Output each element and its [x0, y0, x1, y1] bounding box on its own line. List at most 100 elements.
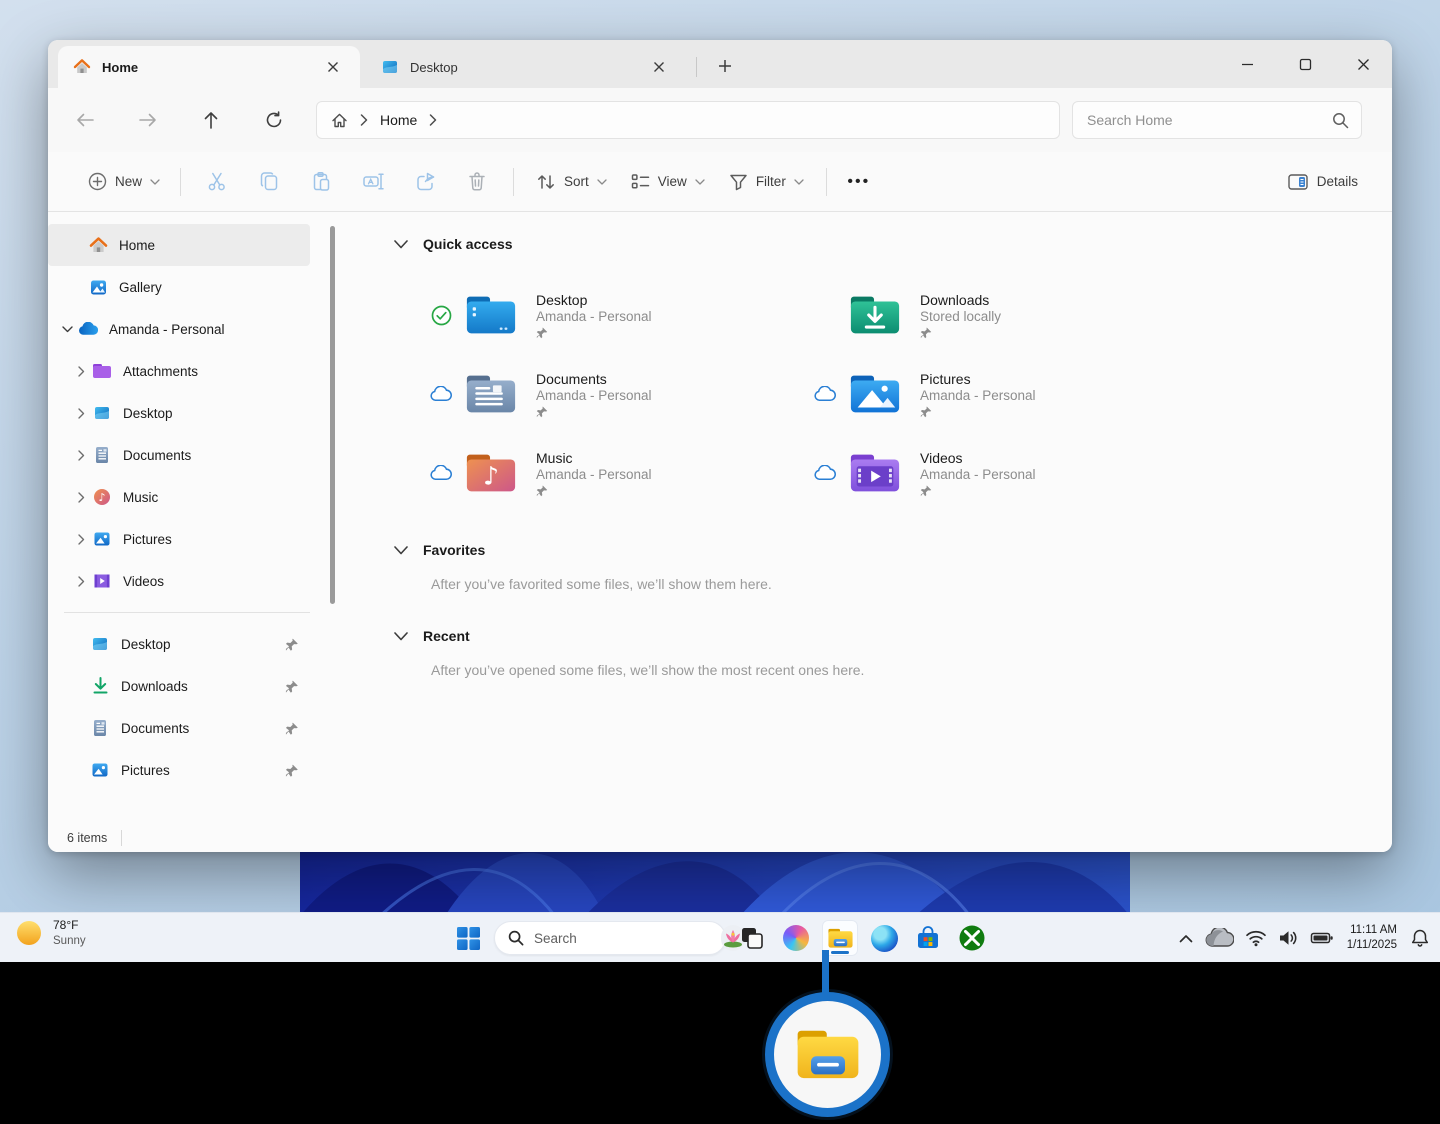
- address-bar[interactable]: Home: [316, 101, 1060, 139]
- xbox-button[interactable]: [954, 920, 990, 956]
- sidebar-item-documents[interactable]: Documents: [48, 434, 310, 476]
- start-button[interactable]: [450, 920, 486, 956]
- new-button[interactable]: New: [78, 164, 170, 199]
- store-button[interactable]: [910, 920, 946, 956]
- copilot-button[interactable]: [778, 920, 814, 956]
- sidebar-item-gallery[interactable]: Gallery: [48, 266, 310, 308]
- pin-icon: [920, 485, 1036, 497]
- sidebar-item-music[interactable]: ♪ Music: [48, 476, 310, 518]
- recent-header[interactable]: Recent: [394, 624, 1392, 648]
- sidebar-pinned-downloads[interactable]: Downloads: [48, 665, 310, 707]
- chevron-right-icon[interactable]: [70, 366, 92, 377]
- sidebar-item-videos[interactable]: Videos: [48, 560, 310, 602]
- onedrive-tray-icon[interactable]: [1202, 920, 1236, 956]
- document-icon: [90, 718, 110, 738]
- copy-button[interactable]: [243, 162, 295, 202]
- tile-desktop[interactable]: Desktop Amanda - Personal: [430, 288, 814, 342]
- task-view-button[interactable]: [734, 920, 770, 956]
- task-view-icon: [740, 926, 764, 950]
- filter-button-label: Filter: [756, 174, 786, 189]
- new-tab-button[interactable]: [708, 51, 742, 81]
- breadcrumb-chevron-icon[interactable]: [429, 114, 437, 126]
- rename-button[interactable]: [347, 162, 399, 202]
- filter-button[interactable]: Filter: [717, 165, 816, 199]
- clock[interactable]: 11:11 AM 1/11/2025: [1343, 923, 1401, 953]
- sidebar-pinned-pictures[interactable]: Pictures: [48, 749, 310, 791]
- chevron-right-icon[interactable]: [70, 576, 92, 587]
- tile-name: Pictures: [920, 371, 1036, 387]
- tab-close-icon[interactable]: [646, 54, 672, 80]
- taskbar-weather-widget[interactable]: 78°F Sunny: [14, 918, 86, 949]
- notifications-bell-icon[interactable]: [1408, 920, 1432, 956]
- share-button[interactable]: [399, 162, 451, 202]
- search-input[interactable]: [1085, 111, 1332, 129]
- chevron-right-icon[interactable]: [70, 408, 92, 419]
- details-button[interactable]: Details: [1276, 166, 1370, 198]
- chevron-right-icon[interactable]: [70, 450, 92, 461]
- maximize-button[interactable]: [1276, 40, 1334, 88]
- tile-name: Music: [536, 450, 652, 466]
- taskbar-search-input[interactable]: [532, 930, 713, 947]
- toolbar-separator: [513, 168, 514, 196]
- sync-none: [814, 304, 836, 326]
- edge-button[interactable]: [866, 920, 902, 956]
- pin-icon: [536, 485, 652, 497]
- breadcrumb[interactable]: Home: [380, 112, 417, 128]
- forward-button[interactable]: [127, 100, 169, 140]
- home-icon: [88, 235, 108, 255]
- home-tab-icon: [72, 57, 92, 77]
- tile-videos[interactable]: Videos Amanda - Personal: [814, 446, 1198, 500]
- tab-home[interactable]: Home: [58, 46, 360, 88]
- tab-separator: [696, 57, 697, 77]
- tile-documents[interactable]: Documents Amanda - Personal: [430, 367, 814, 421]
- wifi-icon[interactable]: [1243, 920, 1269, 956]
- chevron-down-icon: [394, 240, 408, 249]
- chevron-right-icon[interactable]: [70, 534, 92, 545]
- search-icon[interactable]: [1332, 112, 1349, 129]
- up-button[interactable]: [190, 100, 232, 140]
- tile-music[interactable]: ♪ Music Amanda - Personal: [430, 446, 814, 500]
- refresh-button[interactable]: [253, 100, 295, 140]
- window-body: Home Gallery Amanda - Personal: [48, 212, 1392, 824]
- back-button[interactable]: [64, 100, 106, 140]
- quick-access-header[interactable]: Quick access: [394, 232, 1392, 256]
- sidebar-scrollbar[interactable]: [330, 226, 335, 604]
- breadcrumb-home-icon[interactable]: [331, 112, 348, 129]
- sort-button[interactable]: Sort: [524, 165, 619, 199]
- tile-downloads[interactable]: Downloads Stored locally: [814, 288, 1198, 342]
- favorites-empty-text: After you’ve favorited some files, we’ll…: [431, 576, 1392, 592]
- tab-close-icon[interactable]: [320, 54, 346, 80]
- tab-desktop[interactable]: Desktop: [366, 46, 686, 88]
- breadcrumb-chevron-icon[interactable]: [360, 114, 368, 126]
- cut-button[interactable]: [191, 162, 243, 202]
- sidebar-item-home[interactable]: Home: [48, 224, 310, 266]
- sidebar-pinned-documents[interactable]: Documents: [48, 707, 310, 749]
- chevron-down-icon[interactable]: [56, 326, 78, 333]
- close-button[interactable]: [1334, 40, 1392, 88]
- section-title: Recent: [423, 628, 470, 644]
- file-explorer-icon: [794, 1027, 862, 1083]
- favorites-header[interactable]: Favorites: [394, 538, 1392, 562]
- tile-pictures[interactable]: Pictures Amanda - Personal: [814, 367, 1198, 421]
- sidebar-item-label: Desktop: [121, 637, 171, 652]
- minimize-button[interactable]: [1218, 40, 1276, 88]
- paste-button[interactable]: [295, 162, 347, 202]
- onedrive-icon: [78, 319, 98, 339]
- tab-label: Home: [102, 60, 310, 75]
- sidebar-item-attachments[interactable]: Attachments: [48, 350, 310, 392]
- taskbar-search-box[interactable]: [494, 921, 726, 955]
- sidebar-pinned-desktop[interactable]: Desktop: [48, 623, 310, 665]
- hidden-icons-chevron[interactable]: [1177, 920, 1195, 956]
- sidebar-item-onedrive[interactable]: Amanda - Personal: [48, 308, 310, 350]
- pin-icon: [536, 327, 652, 339]
- tile-subtitle: Stored locally: [920, 309, 1001, 324]
- delete-button[interactable]: [451, 162, 503, 202]
- see-more-button[interactable]: •••: [837, 162, 881, 202]
- sidebar-item-desktop[interactable]: Desktop: [48, 392, 310, 434]
- chevron-right-icon[interactable]: [70, 492, 92, 503]
- tile-name: Desktop: [536, 292, 652, 308]
- battery-icon[interactable]: [1308, 920, 1336, 956]
- volume-icon[interactable]: [1276, 920, 1301, 956]
- view-button[interactable]: View: [619, 165, 717, 198]
- sidebar-item-pictures[interactable]: Pictures: [48, 518, 310, 560]
